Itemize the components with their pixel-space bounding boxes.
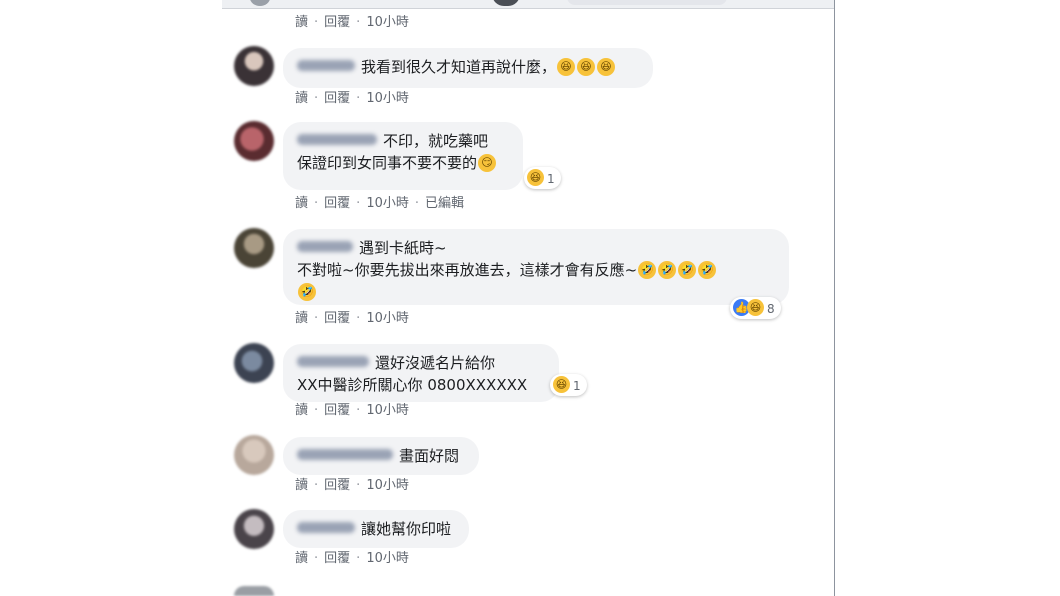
previous-comment-edge (222, 0, 835, 9)
commenter-name[interactable] (297, 60, 355, 71)
avatar[interactable] (234, 343, 274, 383)
timestamp-link[interactable]: 10小時 (366, 196, 409, 211)
commenter-name[interactable] (297, 522, 355, 533)
comment-text: 畫面好悶 (399, 447, 460, 465)
comment-actions: 讀 · 回覆 · 10小時 · 已編輯 (295, 196, 465, 211)
comment-bubble: 遇到卡紙時~ 不對啦~你要先拔出來再放進去，這樣才會有反應~ 🤣 🤣 🤣 🤣 🤣 (283, 229, 789, 305)
comment-actions: 讀 · 回覆 · 10小時 (295, 551, 409, 566)
laughing-emoji-icon: 😆 (597, 57, 616, 76)
read-link[interactable]: 讀 (295, 478, 308, 493)
comment-text: 還好沒遞名片給你 (375, 354, 496, 372)
comment-actions: 讀 · 回覆 · 10小時 (295, 311, 409, 326)
reply-link[interactable]: 回覆 (324, 15, 350, 30)
reply-link[interactable]: 回覆 (324, 91, 350, 106)
timestamp-link[interactable]: 10小時 (366, 478, 409, 493)
read-link[interactable]: 讀 (295, 551, 308, 566)
reply-link[interactable]: 回覆 (324, 478, 350, 493)
commenter-name[interactable] (297, 449, 393, 460)
comment-text: XX中醫診所關心你 0800XXXXXX (297, 376, 528, 394)
reply-link[interactable]: 回覆 (324, 311, 350, 326)
comment-bubble: 不印，就吃藥吧 保證印到女同事不要不要的 😏 (283, 122, 523, 190)
avatar[interactable] (234, 435, 274, 475)
comment-text: 保證印到女同事不要不要的 (297, 154, 478, 172)
laughing-emoji-icon: 😆 (557, 57, 576, 76)
reply-link[interactable]: 回覆 (324, 551, 350, 566)
avatar[interactable] (234, 46, 274, 86)
read-link[interactable]: 讀 (295, 15, 308, 30)
haha-icon: 😆 (553, 376, 570, 393)
timestamp-link[interactable]: 10小時 (366, 15, 409, 30)
read-link[interactable]: 讀 (295, 311, 308, 326)
reaction-summary[interactable]: 👍😆 8 (730, 297, 781, 319)
edited-label[interactable]: 已編輯 (425, 196, 464, 211)
timestamp-link[interactable]: 10小時 (366, 91, 409, 106)
avatar[interactable] (234, 586, 274, 596)
reaction-count: 1 (573, 378, 581, 393)
rofl-emoji-icon: 🤣 (638, 260, 657, 279)
reply-link[interactable]: 回覆 (324, 196, 350, 211)
haha-icon: 😆 (747, 299, 764, 316)
comment-text: 我看到很久才知道再說什麼， (361, 58, 557, 76)
laughing-emoji-icon: 😆 (577, 57, 596, 76)
comment-text: 讓她幫你印啦 (361, 520, 452, 538)
comment-text: 不印，就吃藥吧 (383, 132, 489, 150)
avatar[interactable] (234, 509, 274, 549)
timestamp-link[interactable]: 10小時 (366, 403, 409, 418)
commenter-name[interactable] (297, 241, 353, 252)
comment-actions: 讀 · 回覆 · 10小時 (295, 15, 409, 30)
comment-actions: 讀 · 回覆 · 10小時 (295, 91, 409, 106)
avatar (250, 0, 270, 6)
panel-divider (834, 0, 835, 596)
comment-actions: 讀 · 回覆 · 10小時 (295, 403, 409, 418)
reaction-count: 1 (547, 171, 555, 186)
comment-bubble: 讓她幫你印啦 (283, 510, 469, 548)
rofl-emoji-icon: 🤣 (298, 282, 316, 301)
timestamp-link[interactable]: 10小時 (366, 311, 409, 326)
commenter-name[interactable] (297, 356, 369, 367)
read-link[interactable]: 讀 (295, 196, 308, 211)
reaction-summary[interactable]: 😆 1 (550, 374, 587, 396)
commenter-name[interactable] (297, 134, 377, 145)
comment-bubble: 我看到很久才知道再說什麼， 😆 😆 😆 (283, 48, 653, 88)
reply-link[interactable]: 回覆 (324, 403, 350, 418)
comment-bubble (567, 0, 727, 5)
comment-text: 不對啦~你要先拔出來再放進去，這樣才會有反應~ (297, 261, 638, 279)
avatar[interactable] (234, 121, 274, 161)
comment-bubble: 還好沒遞名片給你 XX中醫診所關心你 0800XXXXXX (283, 344, 559, 402)
reaction-summary[interactable]: 😆 1 (524, 167, 561, 189)
avatar (492, 0, 520, 6)
haha-icon: 😆 (527, 169, 544, 186)
comment-text: 遇到卡紙時~ (359, 239, 447, 257)
smirk-emoji-icon: 😏 (478, 153, 497, 172)
avatar[interactable] (234, 228, 274, 268)
rofl-emoji-icon: 🤣 (698, 260, 717, 279)
comment-bubble: 畫面好悶 (283, 437, 479, 475)
rofl-emoji-icon: 🤣 (658, 260, 677, 279)
rofl-emoji-icon: 🤣 (678, 260, 697, 279)
read-link[interactable]: 讀 (295, 91, 308, 106)
timestamp-link[interactable]: 10小時 (366, 551, 409, 566)
reaction-count: 8 (767, 301, 775, 316)
comment-actions: 讀 · 回覆 · 10小時 (295, 478, 409, 493)
read-link[interactable]: 讀 (295, 403, 308, 418)
